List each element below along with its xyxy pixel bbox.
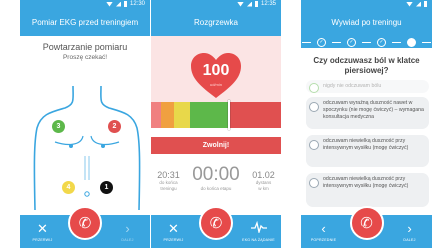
phone-icon: ✆: [209, 215, 223, 232]
training-timer: 20:31 do końca treningu: [157, 170, 180, 192]
electrode-marker-3: 3: [52, 120, 65, 133]
zone-low: [151, 102, 162, 128]
close-icon: ✕: [37, 220, 48, 236]
distance-readout: 01.02 dystans w km: [252, 170, 275, 192]
wifi-icon: [105, 1, 113, 7]
status-bar: [301, 0, 432, 8]
previous-label: POPRZEDNIE: [310, 237, 337, 242]
screen-ekg: 12:30 Pomiar EKG przed treningiem Powtar…: [20, 0, 150, 248]
heart-rate-zones: [151, 102, 281, 128]
signal-icon: [115, 1, 121, 7]
next-label: DALEJ: [121, 237, 134, 242]
cancel-label: PRZERWIJ: [32, 237, 53, 242]
phone-icon: ✆: [360, 215, 373, 232]
torso-illustration: 3 2 4 1: [25, 84, 149, 211]
radio-button[interactable]: [309, 83, 319, 93]
app-bar-title: Wywiad po treningu: [331, 17, 402, 27]
zone-green: [189, 102, 229, 128]
zone-orange: [161, 102, 175, 128]
zone-yellow: [174, 102, 190, 128]
chevron-right-icon: ›: [125, 220, 130, 236]
status-area: Wywiad po treningu: [301, 0, 432, 36]
cancel-button[interactable]: ✕ PRZERWIJ: [151, 215, 196, 248]
status-time: 12:35: [260, 1, 276, 7]
answer-option[interactable]: odczuwam wyraźną duszność nawet w spoczy…: [306, 97, 429, 129]
answer-option-label: nigdy nie odczuwam bólu: [323, 83, 382, 89]
heartbeat-icon: [250, 220, 267, 236]
question-text: Czy odczuwasz ból w klatce piersiowej?: [313, 56, 420, 75]
wifi-icon: [406, 1, 413, 7]
cancel-button[interactable]: ✕ PRZERWIJ: [20, 215, 65, 248]
distance-label-2: w km: [258, 186, 269, 191]
status-area: 12:35 Rozgrzewka: [151, 0, 281, 36]
page-subtitle: Proszę czekać!: [62, 54, 108, 61]
answer-option-label: odczuwam niewielką duszność przy intensy…: [323, 138, 409, 151]
page-title: Powtarzanie pomiaru: [42, 42, 128, 52]
heart-rate-unit: ud/min: [209, 82, 222, 87]
progress-step-1: ✓: [317, 37, 326, 47]
emergency-call-button[interactable]: ✆: [349, 206, 384, 240]
signal-icon: [246, 1, 252, 7]
ekg-on-demand-label: EKG NA ŻĄDANIE: [242, 238, 275, 242]
heart-rate-value: 100: [202, 62, 230, 79]
interview-progress: ✓ ✓ ✓: [301, 36, 432, 48]
battery-icon: [424, 1, 427, 7]
radio-button[interactable]: [309, 102, 319, 112]
progress-line: [392, 41, 401, 43]
heart-rate-needle: [228, 100, 230, 130]
status-bar: 12:30: [20, 0, 150, 8]
stage-timer: 00:00 do końca etapu: [192, 164, 240, 192]
battery-icon: [254, 1, 258, 7]
stage-time-label: do końca etapu: [200, 186, 232, 191]
previous-button[interactable]: ‹ POPRZEDNIE: [301, 215, 346, 248]
signal-icon: [416, 1, 421, 7]
emergency-call-button[interactable]: ✆: [68, 206, 102, 240]
training-time-label-2: treningu: [160, 186, 177, 191]
phone-icon: ✆: [78, 215, 92, 232]
status-area: 12:30 Pomiar EKG przed treningiem: [20, 0, 150, 36]
progress-step-current: [407, 37, 416, 47]
radio-button[interactable]: [309, 140, 319, 150]
stage-time: 00:00: [192, 164, 240, 185]
progress-step-3: ✓: [377, 37, 386, 47]
progress-line: [302, 41, 311, 43]
next-label: DALEJ: [403, 237, 416, 242]
app-bar-title: Rozgrzewka: [193, 17, 238, 27]
progress-line: [362, 41, 371, 43]
chevron-left-icon: ‹: [321, 220, 326, 236]
cancel-label: PRZERWIJ: [163, 237, 184, 242]
answer-option-label: odczuwam wyraźną duszność nawet w spoczy…: [323, 100, 424, 120]
training-time: 20:31: [157, 170, 180, 180]
app-bar-title: Pomiar EKG przed treningiem: [31, 17, 139, 27]
answer-option[interactable]: odczuwam niewielką duszność przy intensy…: [306, 135, 429, 167]
electrode-marker-4: 4: [62, 181, 75, 194]
progress-line: [332, 41, 341, 43]
progress-line: [422, 41, 431, 43]
ekg-on-demand-button[interactable]: EKG NA ŻĄDANIE: [236, 215, 281, 248]
emergency-call-button[interactable]: ✆: [199, 206, 233, 240]
torso-outline: [33, 85, 141, 211]
wifi-icon: [236, 1, 244, 7]
screen-warmup: 12:35 Rozgrzewka 100 ud/min Zwolnij! 20:…: [151, 0, 281, 248]
status-time: 12:30: [129, 1, 145, 7]
close-icon: ✕: [168, 220, 179, 236]
electrode-marker-2: 2: [108, 120, 121, 133]
screen-interview: Wywiad po treningu ✓ ✓ ✓ Czy odczuwasz b…: [301, 0, 432, 248]
chevron-right-icon: ›: [407, 220, 412, 236]
next-button[interactable]: › DALEJ: [105, 215, 150, 248]
zone-red: [228, 102, 281, 128]
distance-value: 01.02: [252, 170, 275, 180]
progress-step-2: ✓: [347, 37, 356, 47]
timers-row: 20:31 do końca treningu 00:00 do końca e…: [151, 164, 281, 192]
radio-button[interactable]: [309, 178, 319, 188]
electrode-marker-1: 1: [100, 181, 113, 194]
answer-option[interactable]: nigdy nie odczuwam bólu: [306, 80, 429, 93]
slow-down-alert: Zwolnij!: [151, 137, 281, 154]
battery-icon: [123, 1, 127, 7]
next-button[interactable]: › DALEJ: [387, 215, 432, 248]
answer-option-label: odczuwam niewielką duszność przy intensy…: [323, 176, 409, 189]
answer-option[interactable]: odczuwam niewielką duszność przy intensy…: [306, 173, 429, 207]
status-bar: 12:35: [151, 0, 281, 8]
